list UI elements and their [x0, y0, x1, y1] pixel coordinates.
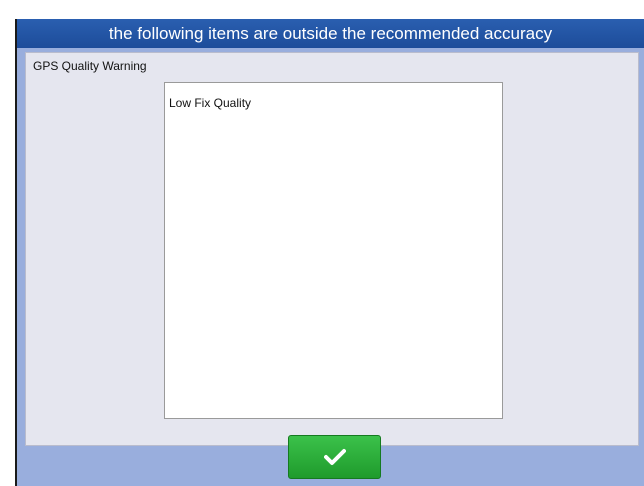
- dialog-title: the following items are outside the reco…: [17, 19, 644, 48]
- content-panel: GPS Quality Warning Low Fix Quality: [25, 52, 639, 446]
- warning-items-list[interactable]: Low Fix Quality: [164, 82, 503, 419]
- list-item: Low Fix Quality: [169, 96, 252, 110]
- panel-label: GPS Quality Warning: [33, 59, 147, 73]
- gps-warning-dialog: the following items are outside the reco…: [15, 19, 644, 486]
- confirm-button[interactable]: [288, 435, 381, 479]
- checkmark-icon: [323, 449, 346, 465]
